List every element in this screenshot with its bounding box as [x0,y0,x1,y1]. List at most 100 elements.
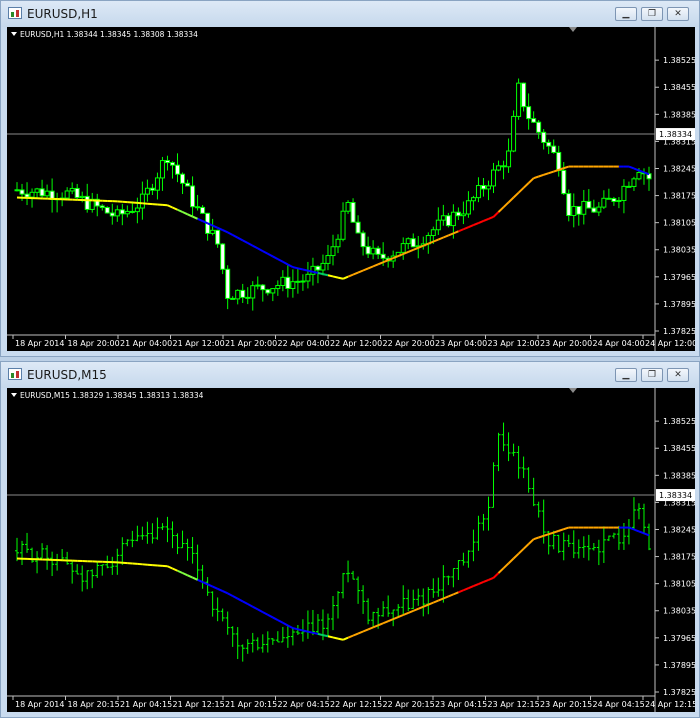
moving-average-segment [407,609,414,614]
candle-bull [470,197,476,202]
candle-bull [290,281,296,290]
candle-bear [410,238,416,248]
chart-window-m15[interactable]: EURUSD,M15 ▁ ❐ ✕ 1.38525 1.38455 1.38385 1.… [0,361,700,718]
candle-bear [220,243,226,270]
moving-average-segment [538,534,544,539]
moving-average-segment [267,252,274,258]
candle-bull [370,247,376,255]
candle-bear [586,200,592,209]
moving-average-segment [447,593,454,598]
moving-average-segment [217,226,224,231]
moving-average-segment [458,228,464,233]
close-button[interactable]: ✕ [667,368,689,382]
candle-bear [109,212,115,217]
candle-bear [561,169,567,195]
restore-button[interactable]: ❐ [641,368,663,382]
moving-average-segment [232,595,239,600]
restore-button[interactable]: ❐ [641,7,663,21]
moving-average-segment [297,628,304,632]
candle-bull [275,285,281,290]
candle-bull [621,185,627,202]
time-tick-label: 21 Apr 12:00 [173,339,225,348]
moving-average-segment [307,269,314,273]
window-titlebar[interactable]: EURUSD,M15 ▁ ❐ ✕ [1,362,699,388]
moving-average-segment [633,167,640,172]
chart-info-label: EURUSD,H1 1.38344 1.38345 1.38308 1.3833… [20,30,198,39]
moving-average-segment [252,605,259,611]
moving-average-segment [458,589,464,594]
moving-average-segment [277,619,284,624]
window-titlebar[interactable]: EURUSD,H1 ▁ ❐ ✕ [1,1,699,27]
candle-bull [636,172,642,180]
time-tick-label: 22 Apr 04:00 [278,339,330,348]
moving-average-segment [522,543,530,550]
candle-bull [475,185,481,199]
moving-average-segment [427,601,434,606]
candle-bear [39,188,45,197]
minimize-button[interactable]: ▁ [615,7,637,21]
candle-bear [245,296,251,299]
chart-window-h1[interactable]: EURUSD,H1 ▁ ❐ ✕ 1.38525 1.38455 1.38385 1.3… [0,0,700,357]
moving-average-segment [292,266,299,270]
time-tick-label: 22 Apr 20:00 [383,339,435,348]
moving-average-segment [237,597,244,603]
candle-bull [295,280,301,283]
price-chart-h1[interactable]: 1.385251.384551.383851.383151.382451.381… [7,27,695,351]
moving-average-segment [422,603,429,608]
current-price-label: 1.38334 [659,491,692,500]
chart-area-m15[interactable]: 1.38525 1.38455 1.38385 1.38315 1.38245 1.381… [7,388,695,712]
moving-average-segment [412,246,419,251]
candle-bear [225,268,231,299]
moving-average-segment [297,267,304,271]
moving-average-segment [182,211,188,216]
moving-average-segment [483,578,489,583]
moving-average-segment [182,572,188,577]
time-tick-label: 23 Apr 04:15 [435,700,487,709]
moving-average-segment [187,213,193,218]
time-tick-label: 22 Apr 20:15 [383,700,435,709]
moving-average-segment [453,591,459,596]
moving-average-segment [488,576,494,581]
moving-average-segment [367,626,374,631]
moving-average-segment [332,275,339,279]
moving-average-segment [497,567,505,574]
moving-average-segment [643,532,650,537]
candle-bear [129,210,135,213]
price-tick-label: 1.37965 [663,634,695,643]
time-tick-label: 24 Apr 12:00 [645,339,695,348]
price-tick-label: 1.38455 [663,444,695,453]
candle-bull [210,229,216,234]
candle-bear [24,193,30,198]
time-tick-label: 21 Apr 12:15 [173,700,225,709]
candle-bear [190,185,196,208]
price-tick-label: 1.37965 [663,273,695,282]
price-tick-label: 1.38525 [663,56,695,65]
chart-area-h1[interactable]: 1.38525 1.38455 1.38385 1.38315 1.38245 1.381… [7,27,695,351]
price-chart-m15[interactable]: 1.385251.384551.383851.383151.382451.381… [7,388,695,712]
moving-average-segment [352,271,359,276]
candle-bull [631,178,637,187]
minimize-button[interactable]: ▁ [615,368,637,382]
moving-average-segment [167,565,173,570]
moving-average-segment [548,531,555,536]
candle-bull [345,202,351,212]
candle-bear [541,131,547,143]
moving-average-segment [342,275,349,280]
close-button[interactable]: ✕ [667,7,689,21]
moving-average-segment [633,528,640,533]
time-tick-label: 23 Apr 20:00 [540,339,592,348]
moving-average-segment [533,175,539,180]
moving-average-segment [397,614,404,618]
candle-bear [380,253,386,259]
candle-bull [330,246,336,257]
moving-average-segment [272,255,279,261]
time-tick-label: 22 Apr 12:15 [330,700,382,709]
candle-bull [250,285,256,299]
candle-bear [175,164,181,175]
moving-average-segment [237,236,244,242]
moving-average-segment [317,632,324,637]
moving-average-segment [262,250,269,255]
moving-average-segment [222,229,229,234]
candle-bear [566,193,572,216]
moving-average-segment [322,634,329,638]
